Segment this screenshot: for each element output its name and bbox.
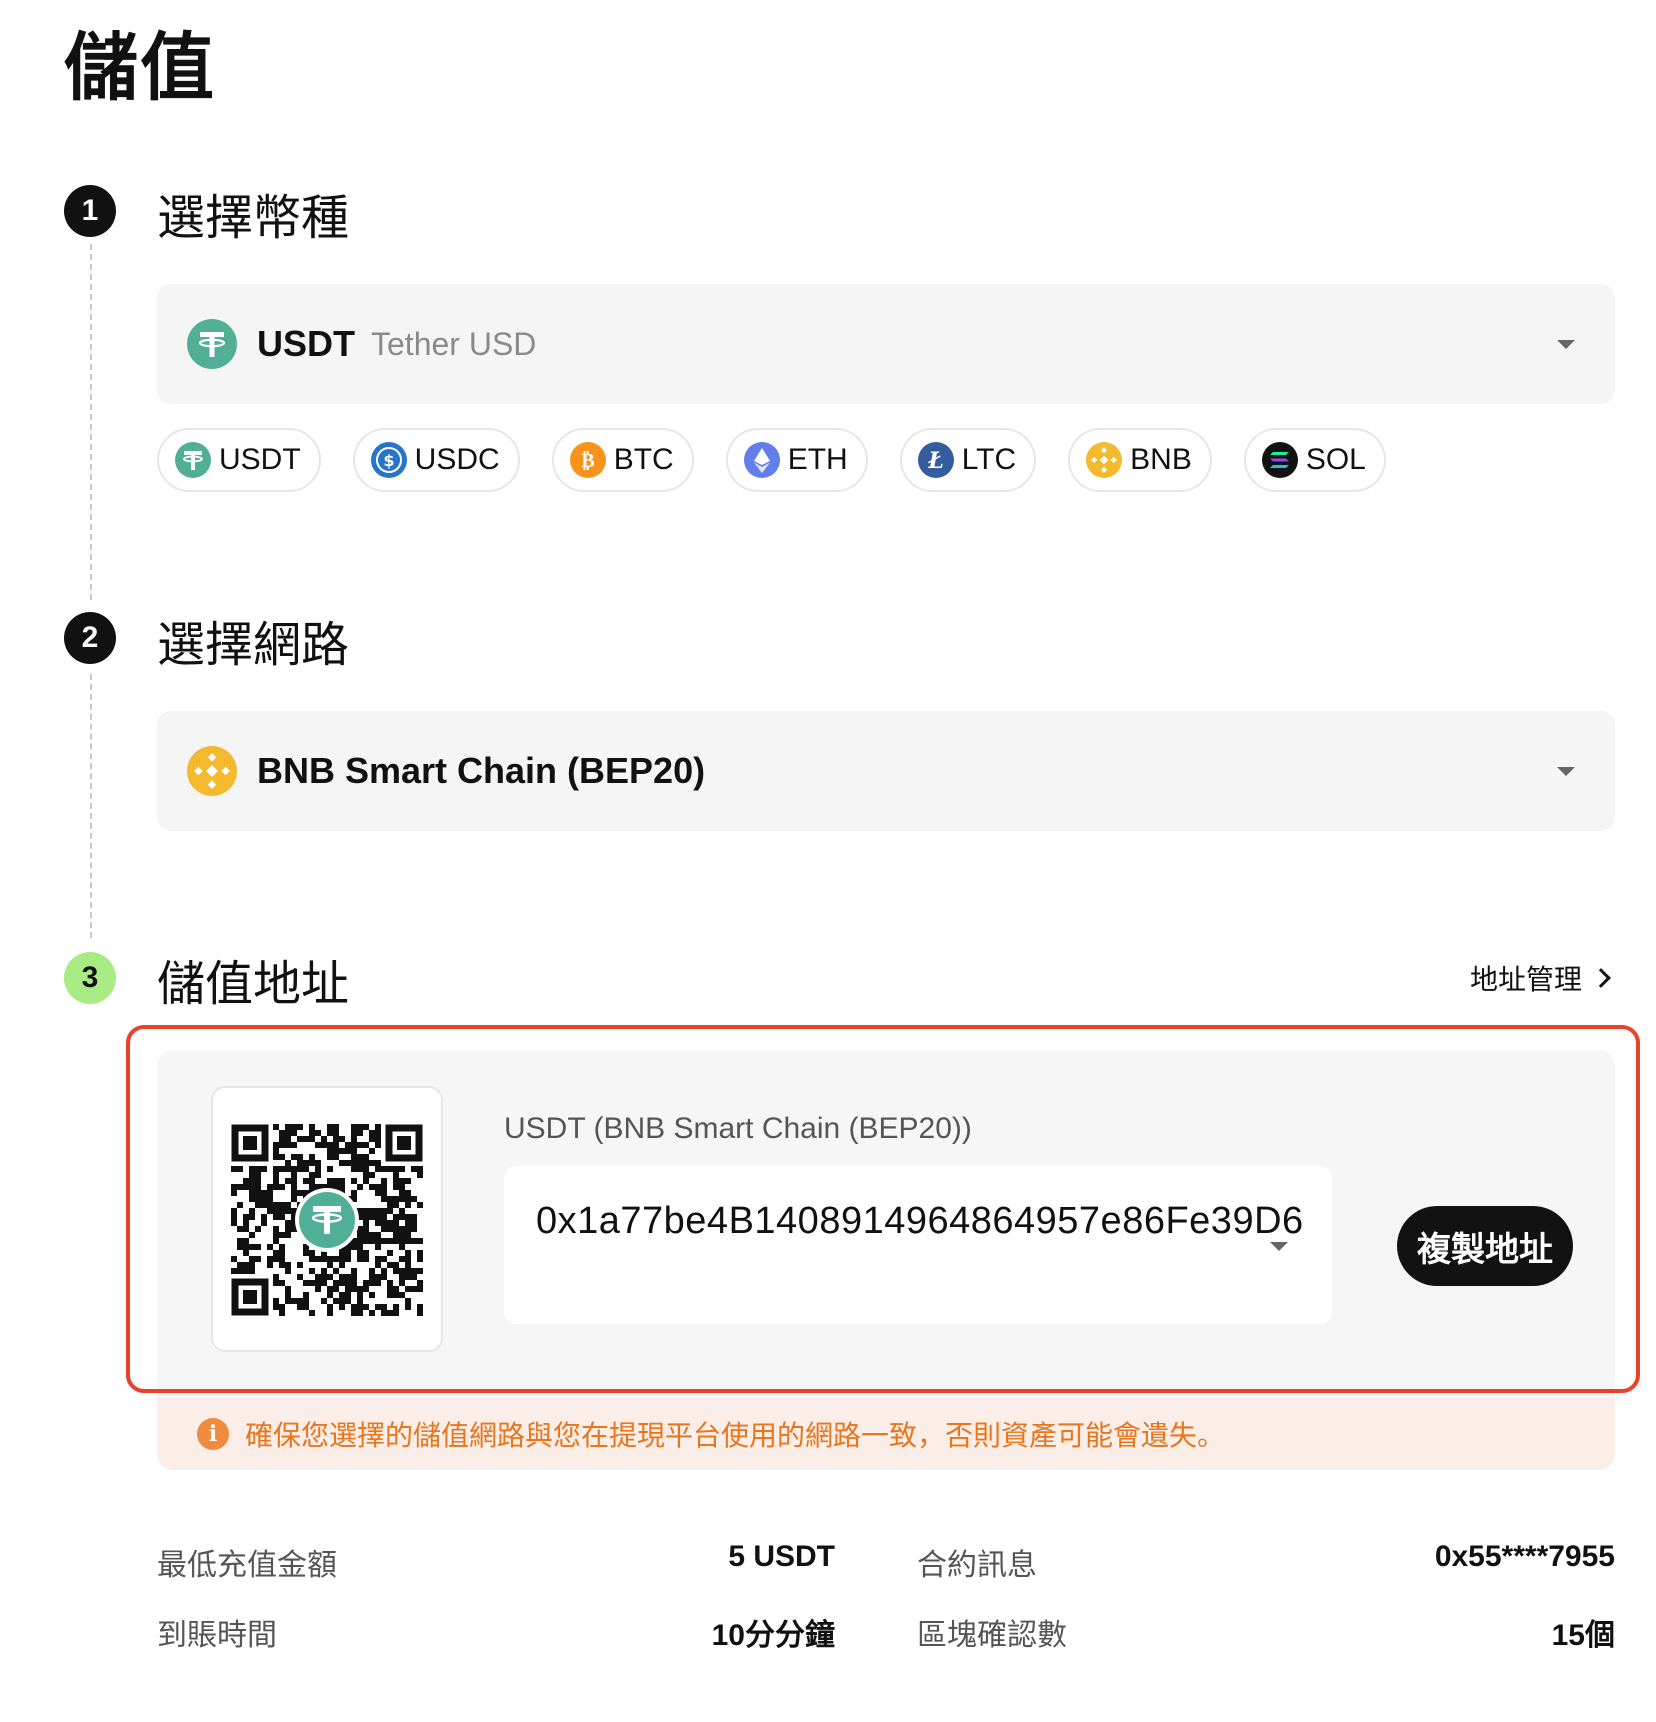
litecoin-icon: Ł — [917, 442, 954, 478]
chip-usdc[interactable]: $ USDC — [352, 428, 520, 492]
quick-coin-chips: USDT $ USDC ₿ BTC ETH Ł LTC BNB SOL — [157, 428, 1386, 492]
chip-label: BTC — [613, 443, 674, 476]
chip-btc[interactable]: ₿ BTC — [551, 428, 694, 492]
chip-label: USDT — [219, 443, 301, 476]
tether-icon — [175, 442, 211, 478]
chip-usdt[interactable]: USDT — [157, 428, 321, 492]
block-confirmations-value: 15個 — [1551, 1619, 1615, 1652]
address-management-label: 地址管理 — [1469, 964, 1582, 995]
deposit-address-field[interactable]: 0x1a77be4B1408914964864957e86Fe39D6 — [504, 1166, 1332, 1324]
deposit-address-card: USDT (BNB Smart Chain (BEP20)) 0x1a77be4… — [157, 1050, 1615, 1470]
qr-code[interactable] — [211, 1086, 443, 1352]
min-deposit-value: 5 USDT — [728, 1540, 835, 1573]
step-connector-1 — [90, 244, 92, 600]
arrival-time-value: 10分分鐘 — [711, 1619, 835, 1652]
svg-text:Ł: Ł — [927, 448, 944, 474]
chip-bnb[interactable]: BNB — [1068, 428, 1212, 492]
step-title-select-network: 選擇網路 — [157, 619, 350, 672]
solana-icon — [1261, 442, 1298, 478]
step-number-3: 3 — [64, 952, 116, 1004]
network-select-dropdown[interactable]: BNB Smart Chain (BEP20) — [157, 711, 1615, 831]
arrival-time-label: 到賬時間 — [157, 1619, 277, 1652]
step-title-deposit-address: 儲值地址 — [157, 958, 350, 1011]
selected-coin-symbol: USDT — [257, 323, 355, 364]
chip-label: SOL — [1305, 443, 1366, 476]
step-title-select-coin: 選擇幣種 — [157, 192, 350, 245]
coin-select-dropdown[interactable]: USDT Tether USD — [157, 284, 1615, 404]
chip-eth[interactable]: ETH — [725, 428, 868, 492]
copy-address-button[interactable]: 複製地址 — [1397, 1206, 1573, 1286]
qr-code-image — [231, 1124, 423, 1316]
usdc-icon: $ — [370, 442, 407, 478]
chevron-down-icon — [1557, 340, 1575, 349]
info-row-2: 到賬時間 10分分鐘 區塊確認數 15個 — [157, 1610, 1615, 1652]
bnb-icon — [187, 746, 237, 796]
step-number-1: 1 — [64, 185, 116, 237]
chip-label: USDC — [414, 443, 500, 476]
step-number-2: 2 — [64, 612, 116, 664]
chevron-down-icon — [1557, 767, 1575, 776]
chip-label: LTC — [961, 443, 1017, 476]
chip-label: ETH — [787, 443, 848, 476]
chevron-right-icon — [1591, 968, 1611, 988]
selected-network-label: BNB Smart Chain (BEP20) — [257, 750, 706, 791]
info-icon: i — [197, 1418, 229, 1450]
warning-text: 確保您選擇的儲值網路與您在提現平台使用的網路一致，否則資產可能會遺失。 — [245, 1420, 1226, 1451]
deposit-address-text[interactable]: 0x1a77be4B1408914964864957e86Fe39D6 — [536, 1200, 1304, 1242]
min-deposit-label: 最低充值金額 — [157, 1549, 337, 1582]
contract-info-value[interactable]: 0x55****7955 — [1435, 1540, 1615, 1574]
chevron-down-icon[interactable] — [1270, 1242, 1288, 1251]
network-warning: i 確保您選擇的儲值網路與您在提現平台使用的網路一致，否則資產可能會遺失。 — [157, 1398, 1615, 1470]
chip-sol[interactable]: SOL — [1243, 428, 1386, 492]
block-confirmations-label: 區塊確認數 — [917, 1619, 1067, 1652]
selected-coin-name: Tether USD — [371, 325, 537, 362]
bnb-icon — [1086, 442, 1123, 478]
contract-info-label: 合約訊息 — [917, 1549, 1037, 1582]
tether-icon — [187, 319, 237, 369]
page-title: 儲值 — [64, 26, 216, 109]
address-management-link[interactable]: 地址管理 — [1469, 958, 1611, 998]
svg-text:₿: ₿ — [581, 448, 594, 472]
chip-ltc[interactable]: Ł LTC — [899, 428, 1037, 492]
tether-icon — [299, 1192, 355, 1248]
svg-text:$: $ — [383, 451, 394, 470]
info-row-1: 最低充值金額 5 USDT 合約訊息 0x55****7955 — [157, 1540, 1615, 1582]
step-connector-2 — [90, 674, 92, 938]
chip-label: BNB — [1130, 443, 1192, 476]
bitcoin-icon: ₿ — [569, 442, 606, 478]
deposit-network-label: USDT (BNB Smart Chain (BEP20)) — [504, 1112, 972, 1145]
ethereum-icon — [743, 442, 780, 478]
